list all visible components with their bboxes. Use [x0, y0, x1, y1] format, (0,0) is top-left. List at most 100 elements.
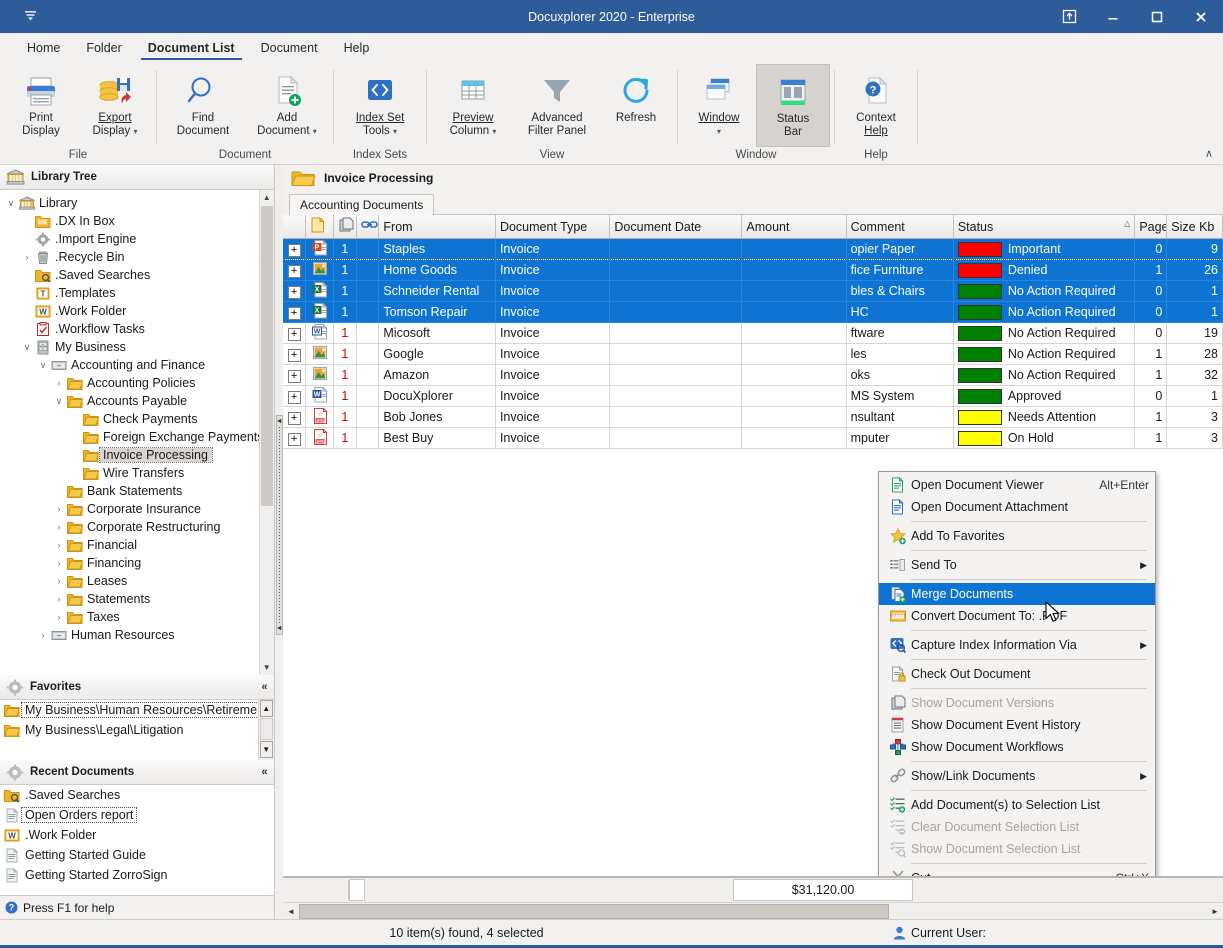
tree-node-workflow-tasks[interactable]: .Workflow Tasks: [4, 320, 274, 338]
menu-item-add-to-favorites[interactable]: Add To Favorites: [879, 525, 1155, 547]
tree-expander-icon[interactable]: ›: [52, 378, 66, 388]
tree-expander-icon[interactable]: ∨: [52, 396, 66, 407]
tree-expander-icon[interactable]: ›: [52, 522, 66, 532]
chevron-down-icon[interactable]: ▾: [313, 127, 317, 136]
splitter-grip[interactable]: ◄ ◄: [275, 415, 283, 635]
print-display-button[interactable]: Print Display: [4, 64, 78, 147]
tree-node-bank-statements[interactable]: Bank Statements: [4, 482, 274, 500]
chevron-down-icon[interactable]: ▾: [133, 127, 137, 136]
row-expand-toggle[interactable]: +: [283, 322, 307, 344]
tab-document-list[interactable]: Document List: [135, 38, 248, 60]
tree-expander-icon[interactable]: ›: [52, 576, 66, 586]
row-expand-toggle[interactable]: +: [283, 301, 307, 323]
column-header-type[interactable]: [305, 215, 335, 239]
plus-icon[interactable]: +: [287, 327, 301, 341]
tree-node-wire-transfers[interactable]: Wire Transfers: [4, 464, 274, 482]
tab-accounting-documents[interactable]: Accounting Documents: [289, 194, 435, 216]
menu-item-cut[interactable]: CutCtrl+X: [879, 867, 1155, 876]
favorites-scroll-down-icon[interactable]: ▼: [259, 741, 273, 758]
menu-item-open-document-attachment[interactable]: Open Document Attachment: [879, 496, 1155, 518]
menu-item-merge-documents[interactable]: Merge Documents: [879, 583, 1155, 605]
recent-documents-list[interactable]: .Saved Searches Open Orders report W .Work …: [0, 785, 274, 895]
window-button[interactable]: Window ▾: [682, 64, 756, 147]
tree-node-accounting-policies[interactable]: › Accounting Policies: [4, 374, 274, 392]
plus-icon[interactable]: +: [287, 243, 301, 257]
row-expand-toggle[interactable]: +: [283, 406, 307, 428]
tree-node-work-folder[interactable]: W .Work Folder: [4, 302, 274, 320]
row-expand-toggle[interactable]: +: [283, 364, 307, 386]
table-row[interactable]: + W 1 DocuXplorer Invoice MS System Approved 0 1: [283, 385, 1223, 407]
refresh-button[interactable]: Refresh: [599, 64, 673, 147]
tab-folder[interactable]: Folder: [73, 38, 134, 60]
menu-item-convert-document-to-pdf[interactable]: ????? Convert Document To: .PDF: [879, 605, 1155, 627]
collapse-recent-icon[interactable]: «: [262, 766, 268, 778]
context-menu[interactable]: Open Document Viewer Alt+Enter Open Docume…: [878, 471, 1156, 876]
chevron-down-icon[interactable]: ▾: [717, 127, 721, 136]
tree-node-leases[interactable]: › Leases: [4, 572, 274, 590]
tree-expander-icon[interactable]: ›: [36, 630, 50, 640]
table-row[interactable]: +1 Google Invoice les No Action Required 1 28: [283, 343, 1223, 365]
find-document-button[interactable]: Find Document: [161, 64, 245, 147]
export-display-button[interactable]: Export Display ▾: [78, 64, 152, 147]
column-header-comment[interactable]: Comment: [846, 215, 954, 239]
tree-expander-icon[interactable]: ∨: [4, 198, 18, 209]
tree-expander-icon[interactable]: ›: [52, 594, 66, 604]
table-row[interactable]: +1 Amazon Invoice oks No Action Required 1 32: [283, 364, 1223, 386]
tab-document[interactable]: Document: [248, 38, 331, 60]
plus-icon[interactable]: +: [287, 432, 301, 446]
advanced-filter-panel-button[interactable]: Advanced Filter Panel: [515, 64, 599, 147]
column-header-doctype[interactable]: Document Type: [495, 215, 611, 239]
tree-node-dx-in-box[interactable]: .DX In Box: [4, 212, 274, 230]
tree-node-my-business[interactable]: ∨ My Business: [4, 338, 274, 356]
column-header-size[interactable]: Size Kb: [1166, 215, 1223, 239]
add-document-button[interactable]: Add Document ▾: [245, 64, 329, 147]
close-button[interactable]: [1179, 0, 1223, 33]
row-expand-toggle[interactable]: +: [283, 280, 307, 302]
tab-home[interactable]: Home: [14, 38, 73, 60]
minimize-button[interactable]: [1091, 0, 1135, 33]
splitter-collapse-left-icon[interactable]: ◄: [276, 418, 283, 425]
menu-item-check-out-document[interactable]: Check Out Document: [879, 663, 1155, 685]
tree-node-accounts-payable[interactable]: ∨ Accounts Payable: [4, 392, 274, 410]
favorite-item[interactable]: My Business\Legal\Litigation: [0, 720, 274, 740]
plus-icon[interactable]: +: [287, 411, 301, 425]
splitter-collapse-left-icon-2[interactable]: ◄: [276, 625, 283, 632]
scroll-down-arrow-icon[interactable]: ▼: [259, 660, 274, 675]
tree-node-invoice-processing[interactable]: Invoice Processing: [4, 446, 274, 464]
status-bar-button[interactable]: Status Bar: [756, 64, 830, 147]
document-grid[interactable]: From Document Type Document Date Amount Comm…: [283, 215, 1223, 876]
tree-expander-icon[interactable]: ›: [52, 504, 66, 514]
quick-access-toolbar[interactable]: [0, 9, 60, 24]
row-expand-toggle[interactable]: +: [283, 259, 307, 281]
row-expand-toggle[interactable]: +: [283, 238, 307, 260]
column-header-docdate[interactable]: Document Date: [609, 215, 743, 239]
row-expand-toggle[interactable]: +: [283, 427, 307, 449]
tree-node-taxes[interactable]: › Taxes: [4, 608, 274, 626]
plus-icon[interactable]: +: [287, 390, 301, 404]
maximize-button[interactable]: [1135, 0, 1179, 33]
plus-icon[interactable]: +: [287, 348, 301, 362]
context-help-button[interactable]: ? Context Help: [839, 64, 913, 147]
column-header-amount[interactable]: Amount: [741, 215, 847, 239]
menu-item-show-link-documents[interactable]: Show/Link Documents ▶: [879, 765, 1155, 787]
menu-item-show-document-workflows[interactable]: Show Document Workflows: [879, 736, 1155, 758]
column-header-from[interactable]: From: [378, 215, 496, 239]
recent-document-item[interactable]: W .Work Folder: [0, 825, 274, 845]
favorite-item[interactable]: My Business\Human Resources\Retireme: [0, 700, 274, 720]
tree-expander-icon[interactable]: ›: [52, 612, 66, 622]
chevron-down-icon[interactable]: ▾: [492, 127, 496, 136]
tree-expander-icon[interactable]: ›: [52, 558, 66, 568]
recent-document-item[interactable]: Getting Started Guide: [0, 845, 274, 865]
hscroll-thumb[interactable]: [299, 903, 890, 919]
index-set-tools-button[interactable]: Index Set Tools ▾: [338, 64, 422, 147]
tree-node-human-resources[interactable]: › Human Resources: [4, 626, 274, 644]
tree-node-check-payments[interactable]: Check Payments: [4, 410, 274, 428]
plus-icon[interactable]: +: [287, 369, 301, 383]
plus-icon[interactable]: +: [287, 285, 301, 299]
customize-qat-icon[interactable]: [24, 9, 37, 24]
tree-node-corporate-insurance[interactable]: › Corporate Insurance: [4, 500, 274, 518]
grid-horizontal-scrollbar[interactable]: ◄ ►: [283, 902, 1223, 919]
tree-node-foreign-exchange-payments[interactable]: Foreign Exchange Payments: [4, 428, 274, 446]
recent-documents-header[interactable]: Recent Documents «: [0, 760, 274, 785]
menu-item-capture-index-information-via[interactable]: Capture Index Information Via ▶: [879, 634, 1155, 656]
